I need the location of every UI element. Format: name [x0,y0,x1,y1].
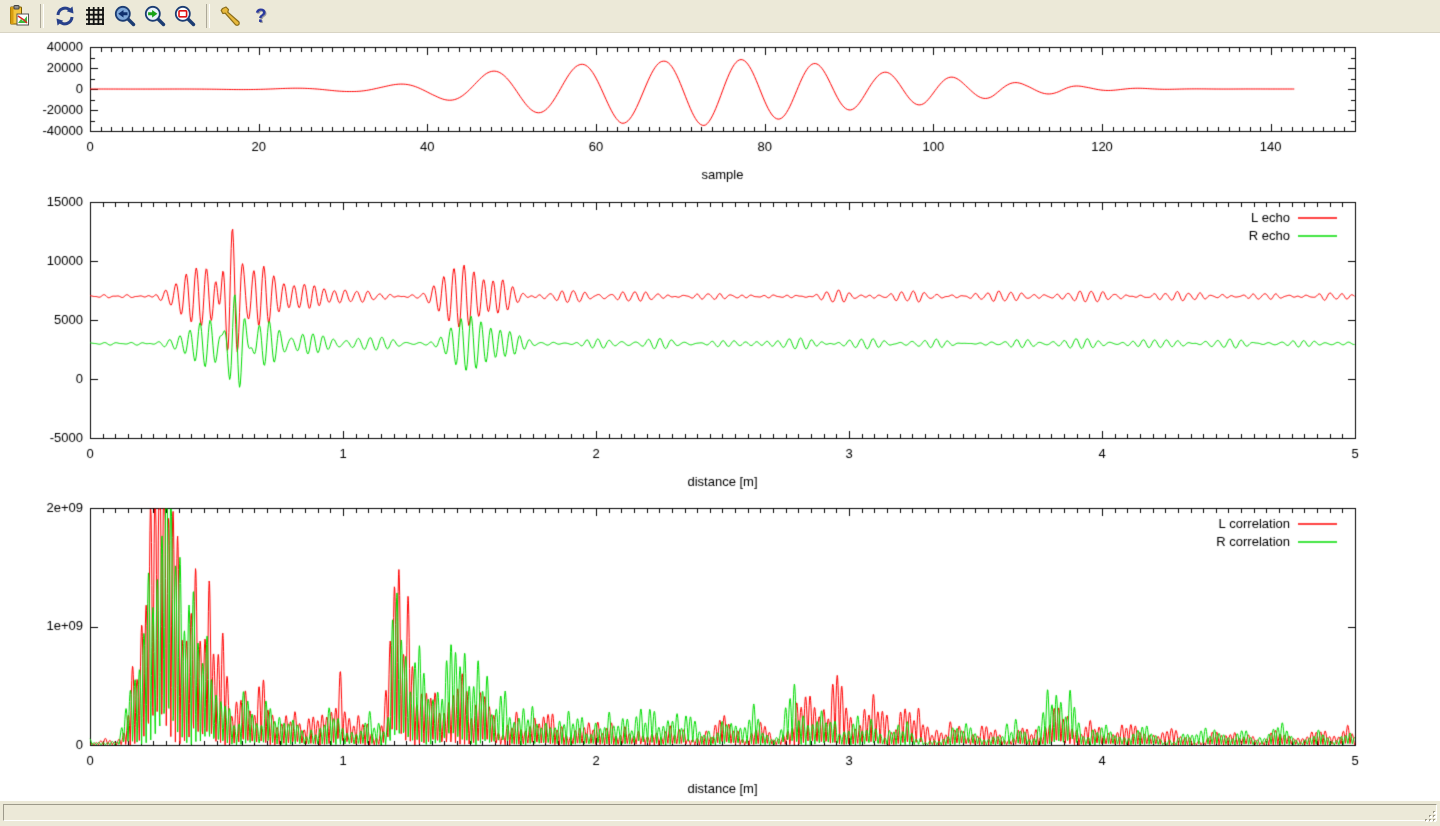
zoom-next-button[interactable] [141,2,169,30]
help-button[interactable]: ? ? [247,2,275,30]
plot-canvas-echo[interactable] [0,191,1440,497]
resize-grip[interactable] [1424,810,1437,823]
plot-canvas-correlation[interactable] [0,497,1440,800]
refresh-icon [53,4,77,28]
status-message [3,804,1437,821]
plot-canvas-sample-waveform[interactable] [0,35,1440,191]
zoom-autoscale-icon [173,4,197,28]
configure-button[interactable] [217,2,245,30]
copy-clipboard-icon [7,4,31,28]
zoom-previous-button[interactable] [111,2,139,30]
zoom-next-icon [143,4,167,28]
autoscale-button[interactable] [171,2,199,30]
zoom-previous-icon [113,4,137,28]
plot-area [0,33,1440,800]
replot-button[interactable] [51,2,79,30]
copy-clipboard-button[interactable] [5,2,33,30]
svg-text:?: ? [255,6,267,27]
grid-button[interactable] [81,2,109,30]
status-bar [0,800,1440,826]
toolbar-separator [206,4,210,28]
grid-icon [83,4,107,28]
gnuplot-window: ? ? [0,0,1440,825]
toolbar-separator [40,4,44,28]
toolbar: ? ? [0,0,1440,33]
help-icon: ? ? [249,4,273,28]
wrench-icon [219,4,243,28]
